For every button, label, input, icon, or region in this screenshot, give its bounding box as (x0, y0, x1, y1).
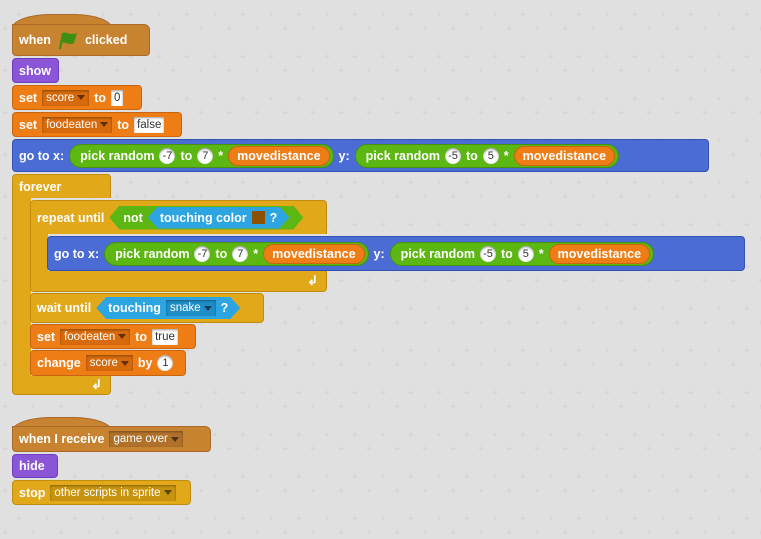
stop-label: stop (19, 485, 46, 500)
dropdown-arrow-icon (163, 490, 172, 495)
repeat-until-footer: ↲ (30, 271, 327, 292)
set-label: set (19, 117, 38, 132)
to-label: to (135, 329, 148, 344)
wait-until-label: wait until (37, 301, 92, 315)
show-label: show (19, 63, 51, 78)
pick-random-label: pick random (400, 246, 475, 261)
stop-block[interactable]: stop other scripts in sprite (12, 480, 191, 505)
to-label: to (215, 246, 228, 261)
multiply-sign: * (218, 148, 224, 163)
random-from-input[interactable]: -5 (444, 147, 461, 164)
y-label: y: (338, 148, 350, 163)
stop-option-dropdown[interactable]: other scripts in sprite (50, 484, 176, 501)
go-to-x-label: go to x: (19, 148, 65, 163)
repeat-until-header[interactable]: repeat until not touching color ? (30, 200, 327, 234)
dropdown-arrow-icon (118, 334, 127, 339)
go-to-x-label: go to x: (54, 246, 100, 261)
dropdown-arrow-icon (204, 306, 212, 311)
multiply-operator[interactable]: pick random -5 to 5 * movedistance (354, 143, 620, 168)
variable-dropdown[interactable]: score (85, 355, 133, 371)
message-dropdown[interactable]: game over (109, 431, 183, 447)
variable-dropdown[interactable]: foodeaten (42, 116, 113, 133)
to-label: to (94, 90, 107, 105)
hide-block[interactable]: hide (12, 454, 58, 478)
question-mark: ? (220, 301, 229, 315)
movedistance-reporter[interactable]: movedistance (228, 145, 330, 166)
forever-label: forever (19, 179, 62, 194)
set-foodeaten-true-block[interactable]: set foodeaten to true (30, 324, 196, 349)
touching-color-sensor[interactable]: touching color ? (148, 207, 289, 229)
dropdown-arrow-icon (100, 122, 109, 127)
pick-random-label: pick random (115, 246, 190, 261)
value-input[interactable]: false (134, 116, 165, 133)
change-label: change (37, 356, 81, 370)
touching-color-label: touching color (159, 210, 247, 225)
to-label: to (117, 117, 130, 132)
random-from-input[interactable]: -7 (159, 147, 176, 164)
change-value-input[interactable]: 1 (157, 355, 174, 371)
show-block[interactable]: show (12, 58, 59, 83)
forever-arm (12, 197, 31, 377)
set-label: set (37, 329, 56, 344)
when-i-receive-label: when I receive (19, 432, 105, 446)
not-label: not (123, 210, 143, 225)
not-operator[interactable]: not touching color ? (109, 206, 303, 230)
dropdown-arrow-icon (77, 95, 86, 100)
repeat-arm (30, 233, 48, 273)
random-to-input[interactable]: 7 (197, 147, 214, 164)
when-i-receive-block[interactable]: when I receive game over (12, 426, 211, 452)
by-label: by (137, 356, 153, 370)
movedistance-reporter[interactable]: movedistance (513, 145, 616, 166)
when-flag-clicked-block[interactable]: when clicked (12, 24, 150, 56)
wait-until-block[interactable]: wait until touching snake ? (30, 293, 264, 323)
random-to-input[interactable]: 7 (232, 245, 249, 262)
change-score-block[interactable]: change score by 1 (30, 350, 186, 376)
question-mark: ? (269, 210, 278, 225)
random-to-input[interactable]: 5 (517, 245, 534, 262)
value-input[interactable]: true (152, 328, 178, 345)
set-label: set (19, 90, 38, 105)
loop-arrow-icon: ↲ (307, 273, 318, 288)
random-to-input[interactable]: 5 (482, 147, 499, 164)
clicked-label: clicked (84, 33, 128, 47)
set-score-block[interactable]: set score to 0 (12, 85, 142, 110)
movedistance-reporter[interactable]: movedistance (263, 243, 365, 264)
multiply-operator[interactable]: pick random -7 to 7 * movedistance (69, 143, 334, 168)
multiply-operator[interactable]: pick random -5 to 5 * movedistance (389, 241, 655, 266)
dropdown-arrow-icon (170, 436, 179, 442)
multiply-operator[interactable]: pick random -7 to 7 * movedistance (104, 241, 369, 266)
to-label: to (500, 246, 513, 261)
pick-random-label: pick random (365, 148, 440, 163)
movedistance-reporter[interactable]: movedistance (548, 243, 651, 264)
multiply-sign: * (538, 246, 544, 261)
variable-dropdown[interactable]: score (42, 89, 90, 106)
go-to-xy-block[interactable]: go to x: pick random -7 to 7 * movedista… (12, 139, 709, 172)
touching-label: touching (108, 301, 161, 315)
y-label: y: (373, 246, 385, 261)
multiply-sign: * (503, 148, 509, 163)
to-label: to (180, 148, 193, 163)
green-flag-icon (58, 32, 77, 50)
forever-footer: ↲ (12, 376, 111, 395)
forever-header[interactable]: forever (12, 174, 111, 198)
when-label: when (19, 33, 51, 47)
multiply-sign: * (253, 246, 259, 261)
random-from-input[interactable]: -5 (479, 245, 496, 262)
set-foodeaten-block[interactable]: set foodeaten to false (12, 112, 182, 137)
repeat-until-label: repeat until (37, 210, 105, 225)
pick-random-label: pick random (80, 148, 155, 163)
hide-label: hide (19, 459, 45, 473)
touching-target-dropdown[interactable]: snake (166, 300, 216, 316)
variable-dropdown[interactable]: foodeaten (60, 328, 131, 345)
loop-arrow-icon: ↲ (91, 377, 102, 392)
dropdown-arrow-icon (120, 360, 129, 366)
color-swatch[interactable] (252, 211, 265, 224)
random-from-input[interactable]: -7 (194, 245, 211, 262)
to-label: to (465, 148, 478, 163)
go-to-xy-block-inner[interactable]: go to x: pick random -7 to 7 * movedista… (47, 236, 745, 271)
value-input[interactable]: 0 (111, 89, 124, 106)
touching-sensor[interactable]: touching snake ? (96, 297, 240, 319)
